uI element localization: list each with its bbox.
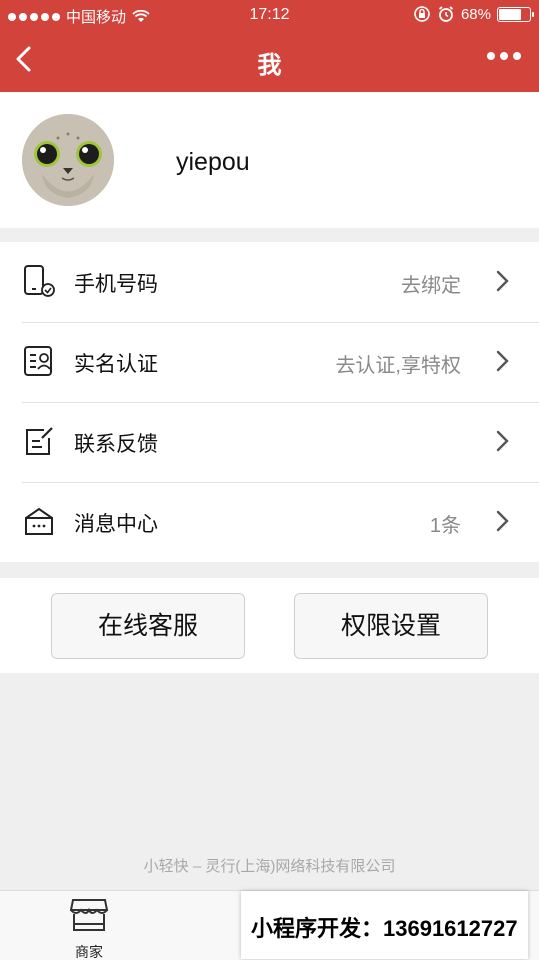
menu-item-value: 去绑定 (401, 275, 461, 297)
menu-item-label: 联系反馈 (74, 433, 158, 456)
menu-item-messages[interactable]: 消息中心 1条 (0, 482, 539, 562)
tab-shop[interactable]: 商家 (62, 897, 116, 960)
menu-item-value: 去认证,享特权 (335, 355, 461, 377)
menu-item-value: 1条 (429, 515, 461, 537)
settings-menu: 手机号码 去绑定 实名认证 去认证,享特权 联系反馈 消息中心 1条 (0, 242, 539, 562)
menu-item-feedback[interactable]: 联系反馈 (0, 402, 539, 482)
message-box-icon (25, 507, 53, 535)
username: yiepou (176, 148, 250, 176)
phone-check-icon (24, 265, 55, 297)
menu-item-real-name[interactable]: 实名认证 去认证,享特权 (0, 322, 539, 402)
avatar[interactable] (22, 114, 114, 206)
alarm-icon (438, 6, 454, 22)
battery-icon (497, 6, 534, 22)
menu-item-label: 实名认证 (74, 353, 158, 376)
storefront-icon (69, 899, 109, 931)
battery-percent: 68% (460, 5, 491, 23)
action-buttons: 在线客服 权限设置 (0, 578, 539, 673)
menu-item-label: 手机号码 (74, 273, 158, 296)
chevron-right-icon (496, 350, 509, 372)
profile-section: yiepou (0, 92, 539, 228)
chevron-right-icon (496, 270, 509, 292)
page-title: 我 (257, 52, 282, 79)
chevron-right-icon (496, 430, 509, 452)
chevron-right-icon (496, 510, 509, 532)
ad-banner: 小程序开发：13691612727 (241, 891, 528, 959)
copyright-text: 小轻快 – 灵行(上海)网络科技有限公司 (143, 858, 396, 875)
menu-item-phone[interactable]: 手机号码 去绑定 (0, 242, 539, 322)
menu-item-label: 消息中心 (74, 513, 158, 536)
ad-text: 小程序开发：13691612727 (251, 916, 518, 941)
tab-label: 商家 (75, 944, 103, 960)
edit-note-icon (26, 427, 53, 455)
app-header: 中国移动 17:12 68% 我 (0, 0, 539, 92)
permission-settings-button[interactable]: 权限设置 (294, 593, 488, 659)
more-options-icon[interactable] (487, 52, 521, 60)
status-bar: 中国移动 17:12 68% (0, 0, 539, 30)
cat-avatar-icon (22, 114, 114, 206)
id-card-icon (24, 346, 52, 376)
rotation-lock-icon (414, 6, 430, 22)
online-service-button[interactable]: 在线客服 (51, 593, 245, 659)
